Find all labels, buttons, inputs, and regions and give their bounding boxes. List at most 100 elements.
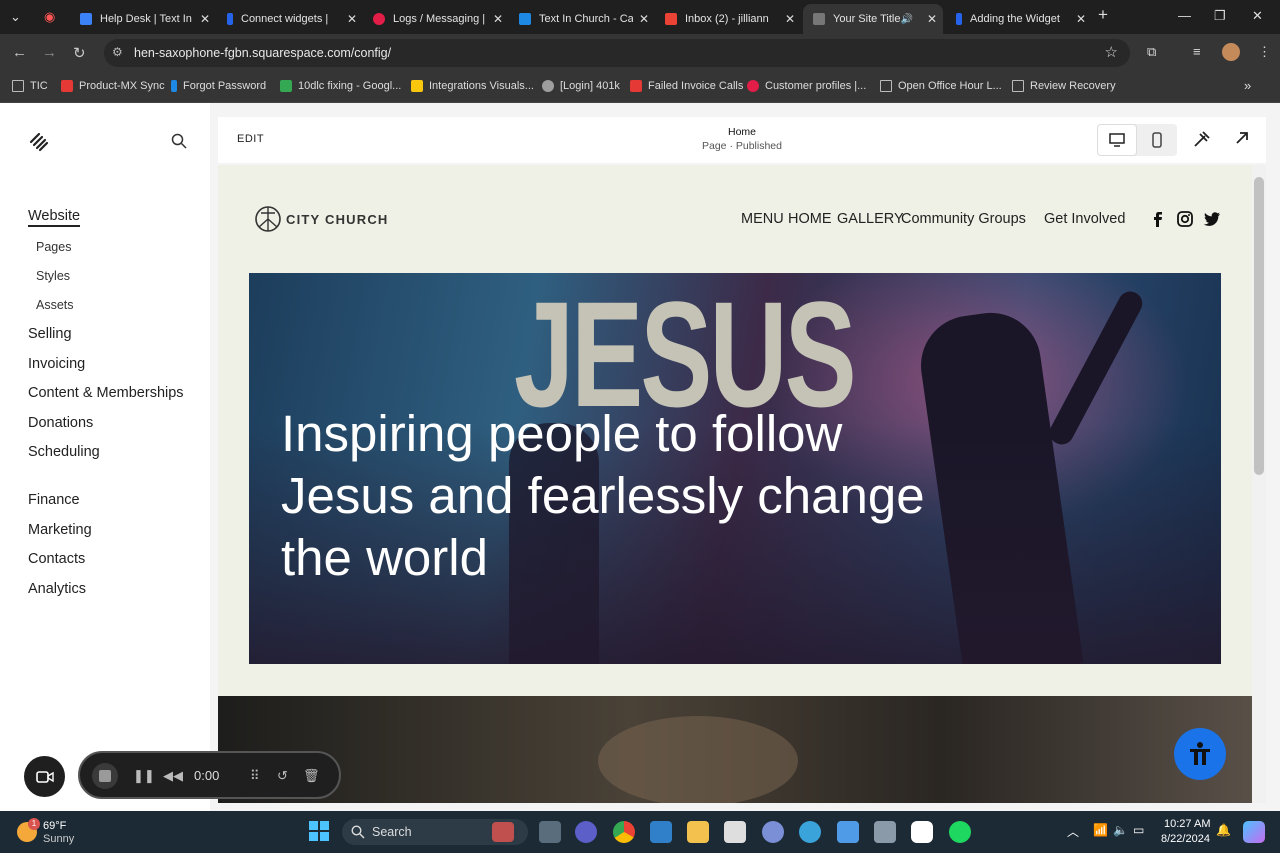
close-tab-icon[interactable]: ✕ xyxy=(200,12,210,26)
site-brand[interactable]: CITY CHURCH xyxy=(254,205,389,233)
nav-gallery[interactable]: GALLERY xyxy=(837,211,904,227)
windows-start-icon[interactable] xyxy=(309,821,329,841)
rewind-icon[interactable]: ◀◀ xyxy=(163,768,183,784)
browser-globe-icon[interactable] xyxy=(799,821,821,843)
browser-tab-logs[interactable]: Logs / Messaging | ✕ xyxy=(363,4,509,34)
browser-tab-adding-widget[interactable]: Adding the Widget ✕ xyxy=(946,4,1092,34)
nav-community-groups[interactable]: Community Groups xyxy=(901,211,1026,227)
close-tab-icon[interactable]: ✕ xyxy=(347,12,357,26)
nav-home[interactable]: HOME xyxy=(788,211,832,227)
menu-donations[interactable]: Donations xyxy=(28,415,93,431)
menu-scheduling[interactable]: Scheduling xyxy=(28,444,100,460)
menu-analytics[interactable]: Analytics xyxy=(28,581,86,597)
facebook-icon[interactable] xyxy=(1153,211,1163,227)
bookmark-failed-invoice[interactable]: Failed Invoice Calls xyxy=(630,80,743,92)
menu-contacts[interactable]: Contacts xyxy=(28,551,85,567)
nav-get-involved[interactable]: Get Involved xyxy=(1044,211,1125,227)
close-tab-icon[interactable]: ✕ xyxy=(785,12,795,26)
site-info-icon[interactable]: ⚙ xyxy=(112,45,123,59)
address-bar[interactable]: ⚙ hen-saxophone-fgbn.squarespace.com/con… xyxy=(104,39,1130,67)
speaker-icon[interactable]: 🔊 xyxy=(900,14,912,25)
menu-finance[interactable]: Finance xyxy=(28,492,80,508)
twitter-icon[interactable] xyxy=(1204,212,1220,226)
bookmark-review-recovery[interactable]: Review Recovery xyxy=(1012,80,1116,92)
new-tab-plus-icon[interactable]: + xyxy=(1098,5,1108,25)
close-tab-icon[interactable]: ✕ xyxy=(493,12,503,26)
tab-search-chevron-icon[interactable]: ⌄ xyxy=(10,9,21,25)
calculator-icon[interactable] xyxy=(874,821,896,843)
menu-styles[interactable]: Styles xyxy=(36,269,70,283)
settings-gear-icon[interactable] xyxy=(762,821,784,843)
open-external-arrow-icon[interactable] xyxy=(1234,130,1250,146)
bookmark-customer-profiles[interactable]: Customer profiles |... xyxy=(747,80,866,92)
show-hidden-icons-chevron-icon[interactable]: ︿ xyxy=(1067,823,1079,840)
volume-icon[interactable]: 🔈 xyxy=(1113,823,1128,837)
teams-icon[interactable] xyxy=(575,821,597,843)
browser-tab-text-in-church[interactable]: Text In Church - Ca ✕ xyxy=(509,4,655,34)
menu-website[interactable]: Website xyxy=(28,208,81,227)
copilot-icon[interactable] xyxy=(1243,821,1265,843)
design-brush-icon[interactable] xyxy=(1193,130,1211,148)
squarespace-logo-icon[interactable] xyxy=(28,131,50,153)
bookmark-10dlc[interactable]: 10dlc fixing - Googl... xyxy=(280,80,401,92)
desktop-view-button[interactable] xyxy=(1097,124,1137,156)
close-tab-icon[interactable]: ✕ xyxy=(639,12,649,26)
hero-banner[interactable]: JESUS Inspiring people to follow Jesus a… xyxy=(249,273,1221,664)
search-icon[interactable] xyxy=(171,133,187,149)
accessibility-widget-button[interactable] xyxy=(1174,728,1226,780)
camera-toggle-button[interactable] xyxy=(24,756,65,797)
menu-pages[interactable]: Pages xyxy=(36,240,71,254)
menu-content-memberships[interactable]: Content & Memberships xyxy=(28,385,184,401)
browser-tab-your-site-title[interactable]: Your Site Title 🔊 ✕ xyxy=(803,4,943,34)
menu-selling[interactable]: Selling xyxy=(28,326,72,342)
notification-bell-icon[interactable]: 🔔 xyxy=(1216,823,1231,837)
clock-time[interactable]: 10:27 AM xyxy=(1164,818,1210,830)
chrome-icon[interactable] xyxy=(613,821,635,843)
minimize-icon[interactable]: — xyxy=(1178,8,1191,23)
taskbar-search[interactable]: Search xyxy=(342,819,528,845)
menu-marketing[interactable]: Marketing xyxy=(28,522,92,538)
instagram-icon[interactable] xyxy=(1177,211,1193,227)
battery-icon[interactable]: ▭ xyxy=(1133,823,1144,837)
notepad-icon[interactable] xyxy=(837,821,859,843)
restore-icon[interactable]: ❐ xyxy=(1214,8,1226,24)
grid-dots-icon[interactable]: ⠿ xyxy=(250,768,260,784)
bookmark-401k[interactable]: [Login] 401k xyxy=(542,80,620,92)
wifi-icon[interactable]: 📶 xyxy=(1093,823,1108,837)
task-view-icon[interactable] xyxy=(539,821,561,843)
browser-tab-helpdesk[interactable]: Help Desk | Text In ✕ xyxy=(70,4,216,34)
bookmark-office-hour[interactable]: Open Office Hour L... xyxy=(880,80,1002,92)
spotify-icon[interactable] xyxy=(949,821,971,843)
slack-icon[interactable] xyxy=(911,821,933,843)
media-control-icon[interactable]: ≡ xyxy=(1193,44,1201,59)
close-tab-icon[interactable]: ✕ xyxy=(927,12,937,26)
browser-tab-inbox[interactable]: Inbox (2) - jilliann ✕ xyxy=(655,4,801,34)
bookmark-tic[interactable]: TIC xyxy=(12,80,48,92)
mobile-view-button[interactable] xyxy=(1137,124,1177,156)
browser-tab-connect-widgets[interactable]: Connect widgets | ✕ xyxy=(217,4,363,34)
back-arrow-icon[interactable]: ← xyxy=(12,44,27,61)
nav-menu[interactable]: MENU xyxy=(741,211,784,227)
bookmark-integrations[interactable]: Integrations Visuals... xyxy=(411,80,534,92)
browser-menu-icon[interactable]: ⋮ xyxy=(1258,44,1271,60)
file-explorer-icon[interactable] xyxy=(687,821,709,843)
extensions-icon[interactable]: ⧉ xyxy=(1147,44,1156,60)
preview-scrollbar[interactable] xyxy=(1252,165,1266,803)
more-bookmarks-icon[interactable]: » xyxy=(1244,78,1251,93)
snipping-tool-icon[interactable] xyxy=(724,821,746,843)
restart-icon[interactable]: ↺ xyxy=(277,768,288,784)
scrollbar-thumb[interactable] xyxy=(1254,177,1264,475)
profile-avatar[interactable] xyxy=(1222,43,1240,61)
reload-icon[interactable]: ↻ xyxy=(73,44,86,62)
pause-icon[interactable]: ❚❚ xyxy=(133,768,155,784)
bookmark-forgot-password[interactable]: Forgot Password xyxy=(171,80,266,92)
menu-assets[interactable]: Assets xyxy=(36,298,74,312)
forward-arrow-icon[interactable]: → xyxy=(42,44,57,61)
stop-button[interactable] xyxy=(92,763,118,789)
trash-icon[interactable]: 🗑 xyxy=(303,768,320,784)
menu-invoicing[interactable]: Invoicing xyxy=(28,356,85,372)
close-tab-icon[interactable]: ✕ xyxy=(1076,12,1086,26)
clock-date[interactable]: 8/22/2024 xyxy=(1161,833,1210,845)
second-section-image[interactable] xyxy=(218,696,1252,803)
close-window-icon[interactable]: ✕ xyxy=(1252,8,1263,24)
